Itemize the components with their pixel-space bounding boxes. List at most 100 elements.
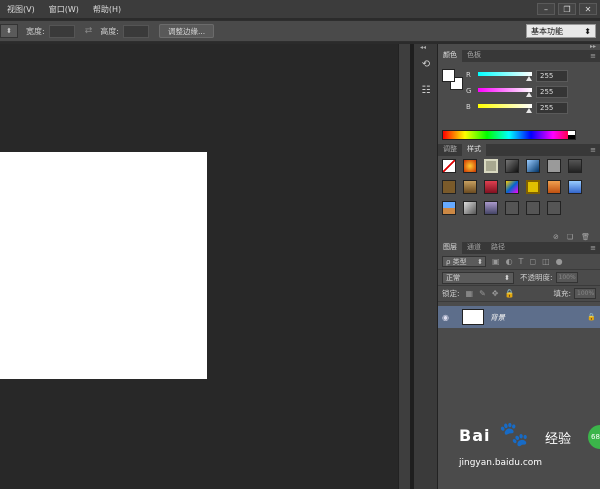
layer-kind-select[interactable]: ρ 类型 ⬍ xyxy=(442,256,486,267)
style-swatch[interactable] xyxy=(442,180,456,194)
tab-channels[interactable]: 通道 xyxy=(462,241,486,254)
blue-value-field[interactable]: 255 xyxy=(536,102,568,114)
blue-slider[interactable] xyxy=(478,104,532,108)
close-icon[interactable]: ✕ xyxy=(579,3,597,15)
style-swatch[interactable] xyxy=(463,159,477,173)
lock-transparency-icon[interactable]: ▦ xyxy=(466,289,474,298)
type-filter-icon[interactable]: T xyxy=(519,257,524,266)
baidu-watermark: Bai 🐾 经验 jingyan.baidu.com xyxy=(455,420,600,480)
menu-bar: 视图(V) 窗口(W) 帮助(H) – ❐ ✕ xyxy=(0,0,600,18)
new-style-icon[interactable]: ❏ xyxy=(567,233,573,241)
lock-pixels-icon[interactable]: ✎ xyxy=(479,289,486,298)
height-field[interactable] xyxy=(122,24,149,38)
layer-thumbnail xyxy=(462,309,484,325)
menu-help[interactable]: 帮助(H) xyxy=(86,4,128,15)
blend-mode-select[interactable]: 正常 ⬍ xyxy=(442,271,514,284)
color-spectrum[interactable] xyxy=(442,130,576,140)
foreground-color-swatch[interactable] xyxy=(442,69,455,82)
clear-style-icon[interactable]: ⊘ xyxy=(553,233,559,241)
blue-channel-row: B 255 xyxy=(466,102,598,114)
style-swatch[interactable] xyxy=(568,180,582,194)
layer-row[interactable]: ◉ 背景 🔒 xyxy=(438,306,600,328)
width-field[interactable] xyxy=(48,24,75,38)
layer-name[interactable]: 背景 xyxy=(490,312,505,323)
tab-layers[interactable]: 图层 xyxy=(438,241,462,254)
smart-filter-icon[interactable]: ◫ xyxy=(542,257,550,266)
delete-style-icon[interactable]: 🗑 xyxy=(581,233,590,241)
green-slider[interactable] xyxy=(478,88,532,92)
style-swatch[interactable] xyxy=(463,201,477,215)
style-swatch[interactable] xyxy=(526,159,540,173)
refine-edge-button[interactable]: 调整边缘... xyxy=(158,24,215,38)
tab-adjustments[interactable]: 调整 xyxy=(438,143,462,156)
fg-bg-swatches[interactable] xyxy=(442,69,464,91)
red-label: R xyxy=(466,71,471,79)
history-icon[interactable]: ⟲ xyxy=(417,56,435,72)
layer-lock-icon: 🔒 xyxy=(587,313,596,321)
workspace-select[interactable]: 基本功能 ⬍ xyxy=(526,24,596,38)
red-channel-row: R 255 xyxy=(466,70,598,82)
style-swatch[interactable] xyxy=(568,159,582,173)
red-value-field[interactable]: 255 xyxy=(536,70,568,82)
style-swatch[interactable] xyxy=(484,201,498,215)
visibility-eye-icon[interactable]: ◉ xyxy=(442,313,456,322)
minimize-icon[interactable]: – xyxy=(537,3,555,15)
style-swatch[interactable] xyxy=(505,180,519,194)
style-swatch[interactable] xyxy=(484,159,498,173)
restore-icon[interactable]: ❐ xyxy=(558,3,576,15)
canvas-area[interactable] xyxy=(0,44,398,489)
options-bar: ⬍ 宽度: ⇄ 高度: 调整边缘... 基本功能 ⬍ xyxy=(0,20,600,42)
tab-swatches[interactable]: 色板 xyxy=(462,49,486,62)
lock-position-icon[interactable]: ✥ xyxy=(492,289,499,298)
style-dropdown-icon[interactable]: ⬍ xyxy=(0,24,18,38)
shape-filter-icon[interactable]: ◻ xyxy=(529,257,536,266)
style-swatch[interactable] xyxy=(442,201,456,215)
panel-menu-icon[interactable]: ≡ xyxy=(590,52,596,60)
style-swatch[interactable] xyxy=(505,201,519,215)
style-swatch[interactable] xyxy=(547,201,561,215)
fill-label: 填充: xyxy=(553,289,571,298)
styles-menu-icon[interactable]: ≡ xyxy=(590,146,596,154)
tab-paths[interactable]: 路径 xyxy=(486,241,510,254)
style-swatch[interactable] xyxy=(547,159,561,173)
red-slider[interactable] xyxy=(478,72,532,76)
adjustment-filter-icon[interactable]: ◐ xyxy=(506,257,513,266)
style-swatch[interactable] xyxy=(484,180,498,194)
layers-menu-icon[interactable]: ≡ xyxy=(590,244,596,252)
opacity-field[interactable]: 100% xyxy=(555,272,578,283)
styles-panel: ⊘ ❏ 🗑 xyxy=(438,156,600,242)
green-value-field[interactable]: 255 xyxy=(536,86,568,98)
tab-color[interactable]: 颜色 xyxy=(438,49,462,62)
swap-icon[interactable]: ⇄ xyxy=(85,26,93,36)
tab-styles[interactable]: 样式 xyxy=(462,143,486,156)
watermark-brand-suffix: 经验 xyxy=(545,432,572,447)
filter-toggle-icon[interactable]: ● xyxy=(556,257,563,266)
document-canvas[interactable] xyxy=(0,152,207,379)
chevron-down-icon: ⬍ xyxy=(584,26,591,36)
collapse-icon[interactable]: ◂◂ xyxy=(420,44,426,51)
red-slider-knob[interactable] xyxy=(526,76,532,81)
green-channel-row: G 255 xyxy=(466,86,598,98)
menu-window[interactable]: 窗口(W) xyxy=(42,4,86,15)
style-swatch[interactable] xyxy=(463,180,477,194)
properties-icon[interactable]: ☷ xyxy=(417,82,435,98)
green-label: G xyxy=(466,87,472,95)
style-swatch[interactable] xyxy=(442,159,456,173)
black-white-ramp[interactable] xyxy=(568,131,575,139)
fill-field[interactable]: 100% xyxy=(574,288,596,299)
style-swatch[interactable] xyxy=(526,201,540,215)
height-label: 高度: xyxy=(100,26,119,36)
menu-view[interactable]: 视图(V) xyxy=(0,4,42,15)
pixel-filter-icon[interactable]: ▣ xyxy=(492,257,500,266)
blend-mode-label: 正常 xyxy=(446,273,460,282)
style-swatch[interactable] xyxy=(505,159,519,173)
style-swatch[interactable] xyxy=(526,180,540,194)
green-slider-knob[interactable] xyxy=(526,92,532,97)
lock-label: 锁定: xyxy=(442,289,460,298)
blue-label: B xyxy=(466,103,471,111)
blue-slider-knob[interactable] xyxy=(526,108,532,113)
lock-all-icon[interactable]: 🔒 xyxy=(505,289,515,298)
lock-row: 锁定: ▦ ✎ ✥ 🔒 填充: 100% xyxy=(438,286,600,302)
canvas-scrollbar[interactable] xyxy=(398,44,410,489)
style-swatch[interactable] xyxy=(547,180,561,194)
